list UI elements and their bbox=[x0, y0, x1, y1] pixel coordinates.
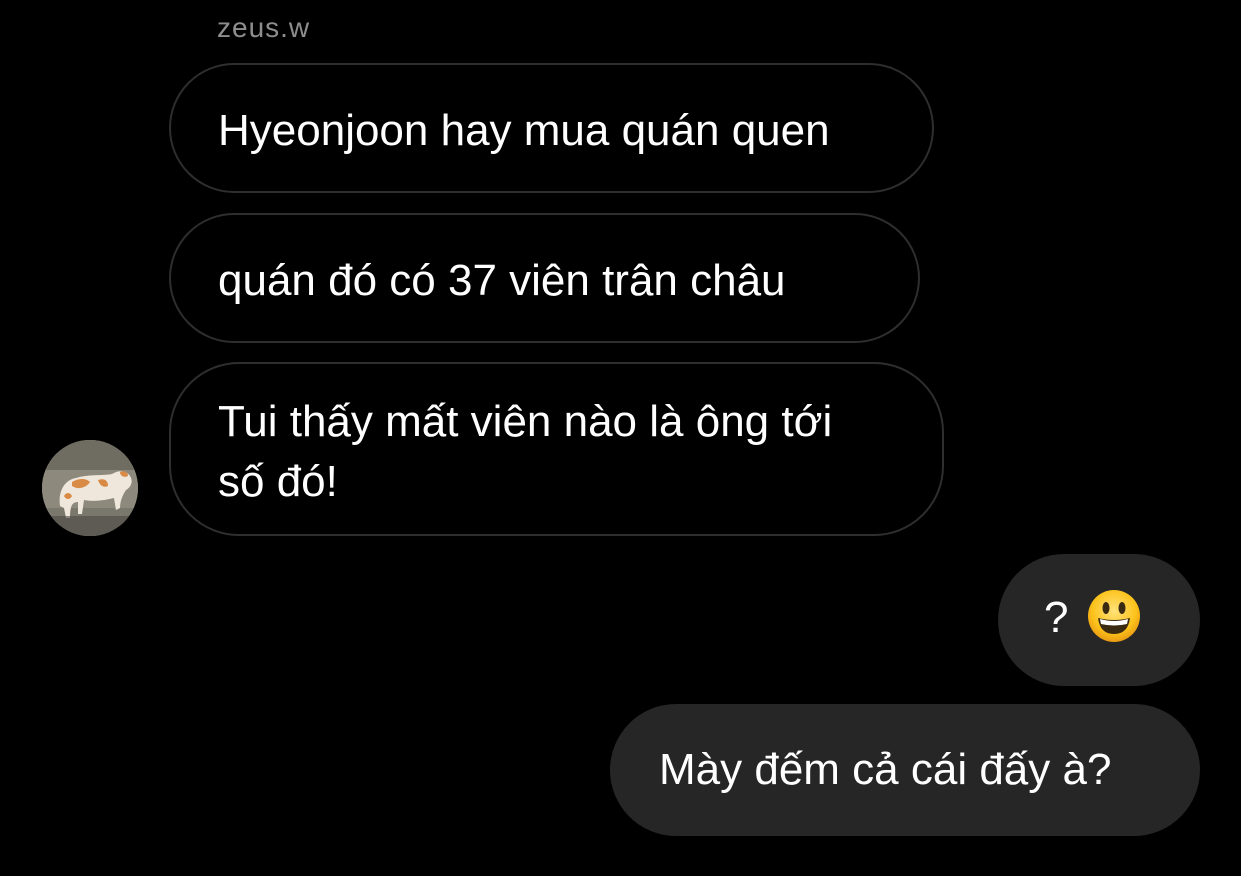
incoming-message-bubble[interactable]: Hyeonjoon hay mua quán quen bbox=[169, 63, 934, 193]
message-text-line: số đó! bbox=[218, 457, 338, 506]
message-text: Hyeonjoon hay mua quán quen bbox=[218, 106, 830, 155]
cat-photo-icon bbox=[42, 440, 138, 536]
incoming-message-bubble[interactable]: quán đó có 37 viên trân châu bbox=[169, 213, 920, 343]
message-text-line: Tui thấy mất viên nào là ông tới bbox=[218, 397, 833, 446]
sender-name: zeus.w bbox=[217, 12, 311, 43]
message-text: ? bbox=[1044, 593, 1069, 642]
incoming-message-bubble[interactable]: Tui thấy mất viên nào là ông tới số đó! bbox=[169, 362, 944, 536]
outgoing-message-bubble[interactable]: ? bbox=[998, 554, 1200, 686]
cat-photo-avatar[interactable] bbox=[42, 440, 138, 536]
grinning-face-emoji-icon bbox=[1086, 588, 1142, 644]
message-text: Mày đếm cả cái đấy à? bbox=[659, 745, 1112, 794]
outgoing-message-bubble[interactable]: Mày đếm cả cái đấy à? bbox=[610, 704, 1200, 836]
message-text: quán đó có 37 viên trân châu bbox=[218, 256, 786, 305]
